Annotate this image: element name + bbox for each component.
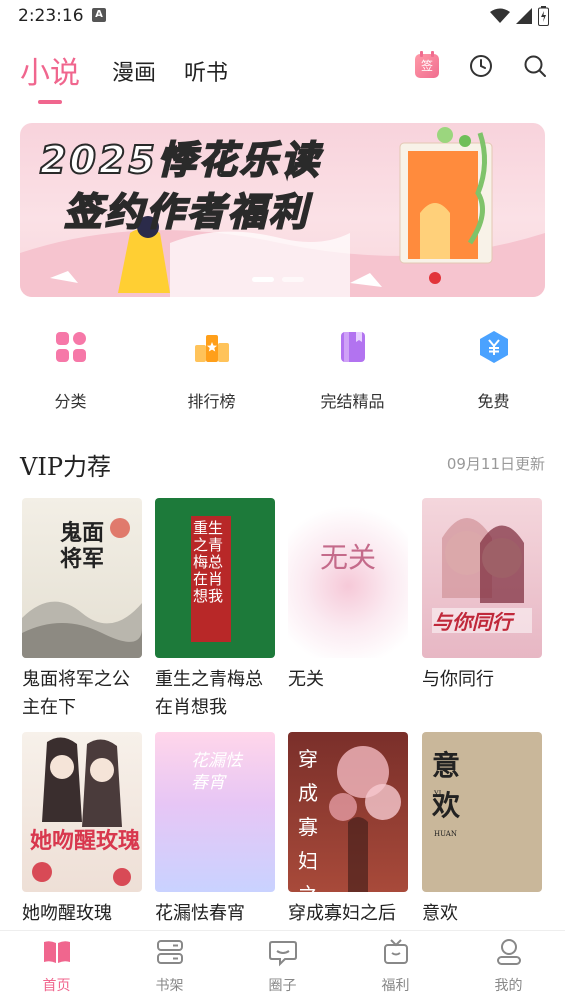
cover-title: 穿成寡妇之后 bbox=[298, 747, 318, 892]
tab-comic[interactable]: 漫画 bbox=[112, 54, 156, 94]
sign-in-button[interactable]: 签 bbox=[415, 51, 439, 78]
chat-bubble-icon bbox=[268, 941, 297, 967]
book-icon bbox=[340, 332, 365, 362]
gift-icon bbox=[383, 939, 408, 964]
cover-subtitle-1: YI bbox=[434, 790, 442, 798]
section-update-date: 09月11日更新 bbox=[446, 455, 545, 473]
carousel-dot bbox=[252, 277, 274, 282]
book-cover: 穿成寡妇之后 bbox=[288, 732, 408, 892]
cover-title: 鬼面将军 bbox=[60, 520, 105, 572]
quick-entry-label: 免费 bbox=[477, 392, 510, 411]
clock-icon[interactable] bbox=[469, 54, 493, 78]
status-icons bbox=[490, 6, 549, 26]
book-card[interactable]: 花漏怯春宵 花漏怯春宵 bbox=[155, 732, 275, 928]
book-cover: 花漏怯春宵 bbox=[155, 732, 275, 892]
book-card[interactable]: 鬼面将军 鬼面将军之公主在下 bbox=[22, 498, 142, 722]
book-title: 花漏怯春宵 bbox=[155, 903, 245, 924]
cover-title: 花漏怯春宵 bbox=[191, 751, 242, 793]
tab-audiobook[interactable]: 听书 bbox=[184, 54, 228, 94]
book-title: 意欢 bbox=[422, 903, 458, 924]
status-time: 2:23:16 bbox=[18, 6, 84, 26]
tabbar-label: 首页 bbox=[42, 978, 71, 994]
book-cover: 与你同行 bbox=[422, 498, 542, 658]
book-title: 重生之青梅总在肖想我 bbox=[155, 669, 263, 718]
tabbar-label: 福利 bbox=[381, 978, 410, 994]
wifi-icon bbox=[490, 8, 510, 23]
cover-title: 她吻醒玫瑰 bbox=[30, 828, 141, 854]
active-tab-indicator bbox=[38, 100, 62, 104]
bookshelf-icon bbox=[156, 940, 183, 964]
signal-icon bbox=[516, 8, 532, 24]
status-bar: 2:23:16 A bbox=[0, 0, 565, 32]
tabbar-item-bookshelf[interactable]: 书架 bbox=[113, 931, 226, 1004]
book-card[interactable]: 她吻醒玫瑰 她吻醒玫瑰 bbox=[22, 732, 142, 928]
book-title: 鬼面将军之公主在下 bbox=[22, 669, 130, 718]
book-cover: 她吻醒玫瑰 bbox=[22, 732, 142, 892]
promo-banner[interactable]: 2025悸花乐读 签约作者福利 bbox=[20, 123, 545, 297]
banner-headline-1: 2025悸花乐读 bbox=[39, 137, 322, 183]
tabbar-label: 书架 bbox=[155, 978, 184, 994]
user-icon bbox=[496, 939, 521, 965]
tabbar-label: 我的 bbox=[494, 978, 523, 994]
tabbar-item-circle[interactable]: 圈子 bbox=[226, 931, 339, 1004]
quick-entry-label: 完结精品 bbox=[320, 392, 385, 411]
book-cover: 重生之青梅总在肖想我 bbox=[155, 498, 275, 658]
tabbar-item-home[interactable]: 首页 bbox=[0, 931, 113, 1004]
open-book-icon bbox=[43, 941, 70, 963]
cover-title: 意欢 bbox=[432, 749, 461, 822]
free-icon bbox=[479, 331, 508, 363]
tabbar-label: 圈子 bbox=[268, 978, 297, 994]
cover-title: 与你同行 bbox=[432, 610, 512, 634]
tab-novel[interactable]: 小说 bbox=[20, 54, 80, 94]
cover-title: 重生之青梅总在肖想我 bbox=[193, 519, 224, 605]
tabbar-item-welfare[interactable]: 福利 bbox=[339, 931, 452, 1004]
cover-subtitle-2: HUAN bbox=[434, 830, 457, 838]
banner-headline-2: 签约作者福利 bbox=[63, 189, 311, 235]
category-tabs: 小说 漫画 听书 bbox=[20, 50, 256, 94]
battery-icon bbox=[538, 6, 549, 26]
quick-entry-finished[interactable]: 完结精品 bbox=[282, 330, 423, 412]
quick-entries: 分类 排行榜 完结精品 免费 bbox=[0, 330, 565, 412]
ranking-icon bbox=[194, 335, 229, 362]
book-card[interactable]: 无关 无关 bbox=[288, 498, 408, 694]
cover-art bbox=[32, 737, 131, 886]
cover-title: 无关 bbox=[320, 541, 377, 574]
book-cover: 意欢 YI HUAN bbox=[422, 732, 542, 892]
book-card[interactable]: 意欢 YI HUAN 意欢 bbox=[422, 732, 542, 928]
book-cover: 无关 bbox=[288, 498, 408, 658]
book-card[interactable]: 与你同行 与你同行 bbox=[422, 498, 542, 694]
category-icon bbox=[55, 332, 86, 362]
book-title: 她吻醒玫瑰 bbox=[22, 903, 112, 924]
search-icon[interactable] bbox=[523, 54, 547, 78]
tabbar-item-profile[interactable]: 我的 bbox=[452, 931, 565, 1004]
bottom-tab-bar: 首页 书架 圈子 福利 我的 bbox=[0, 930, 565, 1004]
book-title: 与你同行 bbox=[422, 669, 494, 690]
section-title: VIP力荐 bbox=[20, 453, 111, 481]
quick-entry-free[interactable]: 免费 bbox=[423, 330, 564, 412]
book-card[interactable]: 重生之青梅总在肖想我 重生之青梅总在肖想我 bbox=[155, 498, 275, 722]
quick-entry-label: 排行榜 bbox=[187, 392, 236, 411]
carousel-indicator bbox=[252, 277, 304, 282]
book-cover: 鬼面将军 bbox=[22, 498, 142, 658]
notification-a-icon: A bbox=[92, 8, 106, 22]
carousel-dot bbox=[282, 277, 304, 282]
book-title: 穿成寡妇之后 bbox=[288, 903, 396, 924]
top-actions: 签 bbox=[415, 51, 547, 78]
quick-entry-label: 分类 bbox=[54, 392, 87, 411]
book-card[interactable]: 穿成寡妇之后 穿成寡妇之后 bbox=[288, 732, 408, 928]
quick-entry-category[interactable]: 分类 bbox=[0, 330, 141, 412]
book-title: 无关 bbox=[288, 669, 324, 690]
quick-entry-ranking[interactable]: 排行榜 bbox=[141, 330, 282, 412]
